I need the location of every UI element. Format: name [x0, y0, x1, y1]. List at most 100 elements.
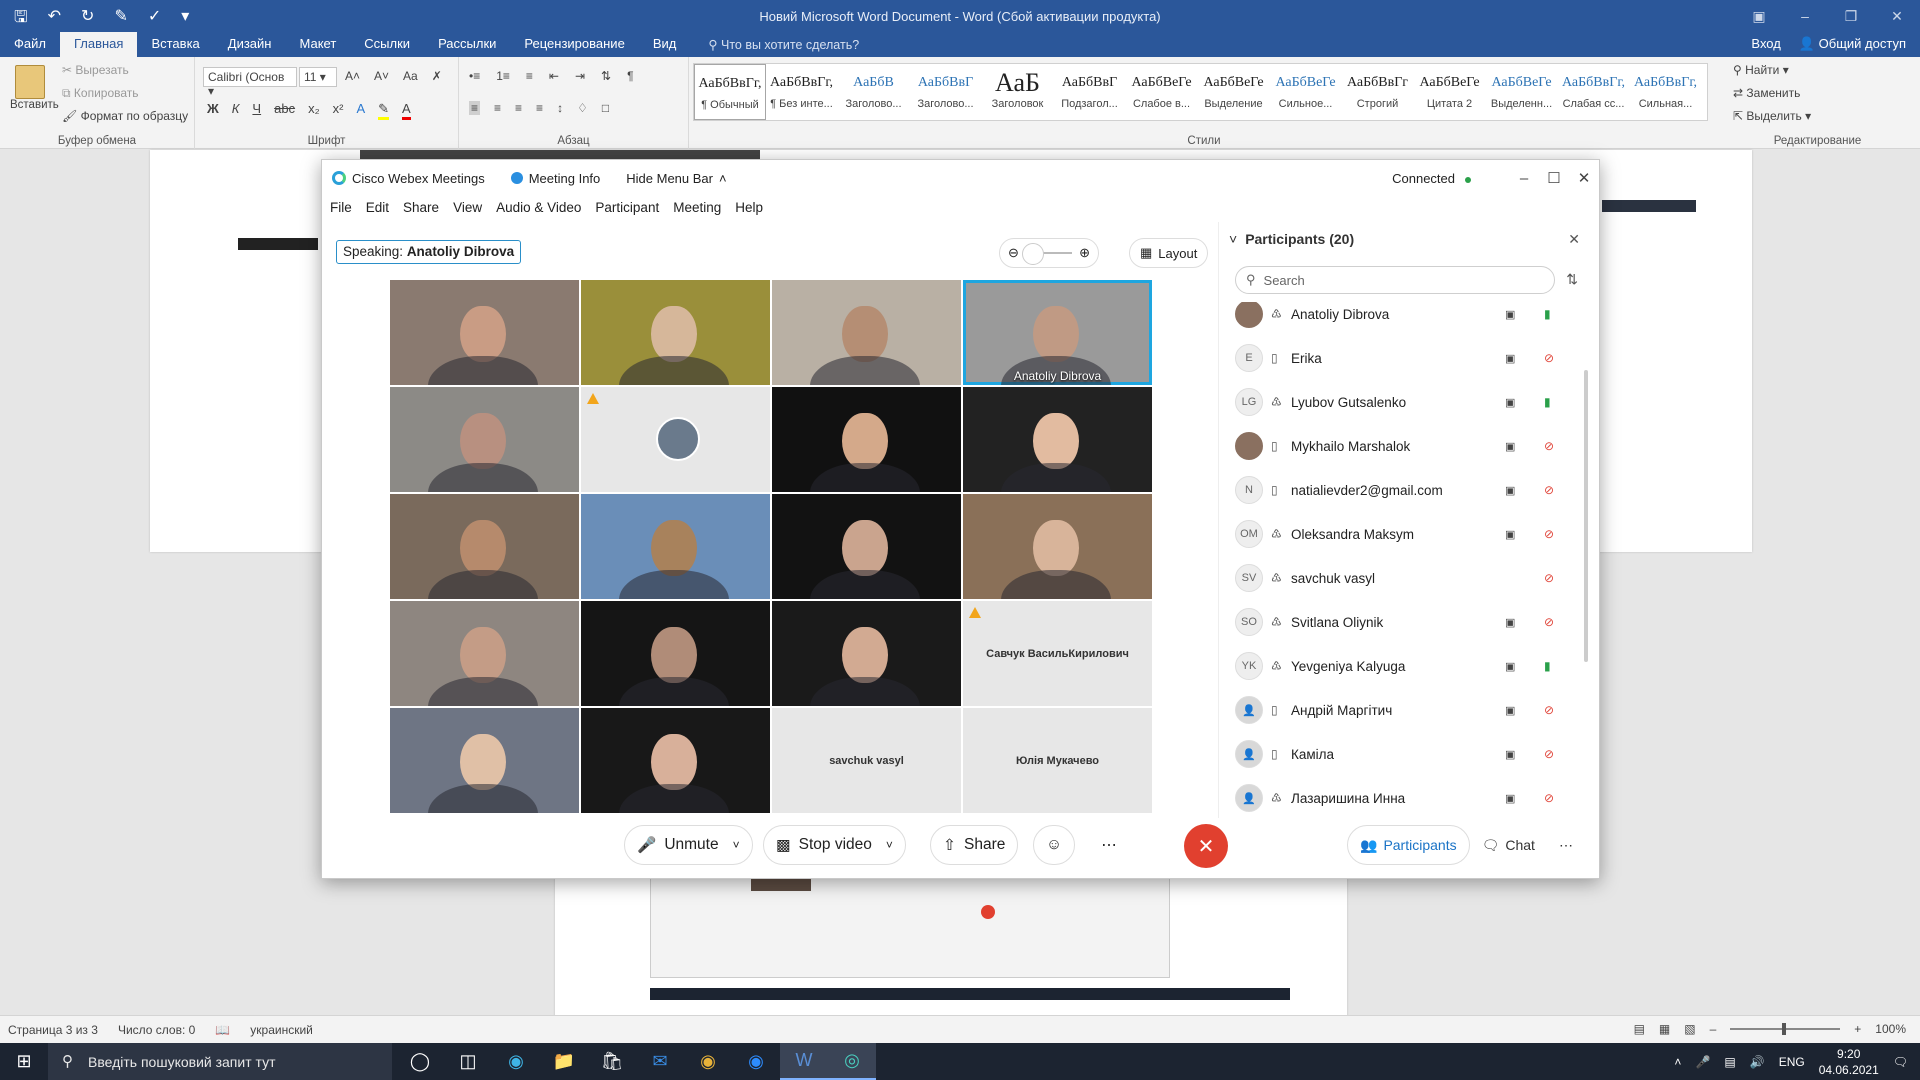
restore-button[interactable]: ❐ — [1828, 0, 1874, 32]
zoom-in-icon[interactable]: ⊕ — [1079, 245, 1090, 261]
close-panel-icon[interactable]: ✕ — [1568, 231, 1580, 248]
borders-icon[interactable]: □ — [602, 101, 609, 115]
participant-row[interactable]: N ▯ natialievder2@gmail.com ▣ ⊘ — [1219, 468, 1584, 512]
stop-video-button[interactable]: ▩ Stop video ˅ — [763, 825, 906, 865]
menu-edit[interactable]: Edit — [366, 200, 389, 215]
video-tile[interactable] — [581, 601, 770, 706]
participant-row[interactable]: SO ♳ Svitlana Oliynik ▣ ⊘ — [1219, 600, 1584, 644]
zoom-slider[interactable] — [1730, 1023, 1841, 1035]
zoom-in-icon[interactable]: + — [1854, 1022, 1861, 1036]
video-tile[interactable]: savchuk vasyl — [772, 708, 961, 813]
replace-button[interactable]: ⇄ Заменить — [1733, 86, 1800, 100]
video-tile[interactable] — [963, 387, 1152, 492]
webex-app-icon[interactable]: ◎ — [828, 1043, 876, 1080]
participant-row[interactable]: YK ♳ Yevgeniya Kalyuga ▣ ▮ — [1219, 644, 1584, 688]
zoom-out-icon[interactable]: – — [1710, 1022, 1717, 1036]
video-tile[interactable] — [390, 708, 579, 813]
clear-formatting-icon[interactable]: ✗ — [432, 69, 442, 83]
video-tile[interactable] — [772, 601, 961, 706]
participant-row[interactable]: ♳ Anatoliy Dibrova ▣ ▮ — [1219, 302, 1584, 336]
video-tile[interactable] — [772, 387, 961, 492]
hide-menu-button[interactable]: Hide Menu Bar ˄ — [626, 171, 726, 186]
word-app-icon[interactable]: W — [780, 1043, 828, 1080]
mic-muted-icon[interactable]: ⊘ — [1544, 483, 1554, 497]
menu-help[interactable]: Help — [735, 200, 763, 215]
mic-on-icon[interactable]: ▮ — [1544, 659, 1551, 673]
mic-muted-icon[interactable]: ⊘ — [1544, 703, 1554, 717]
ribbon-display-icon[interactable]: ▣ — [1736, 0, 1782, 32]
participant-row[interactable]: SV ♳ savchuk vasyl ⊘ — [1219, 556, 1584, 600]
end-meeting-button[interactable]: ✕ — [1184, 824, 1228, 868]
justify-icon[interactable]: ≡ — [536, 101, 543, 115]
video-tile[interactable] — [581, 494, 770, 599]
page-count[interactable]: Страница 3 из 3 — [8, 1023, 98, 1037]
notifications-icon[interactable]: 🗨 — [1893, 1055, 1908, 1069]
mic-on-icon[interactable]: ▮ — [1544, 307, 1551, 321]
pilcrow-icon[interactable]: ¶ — [627, 69, 633, 83]
tab-insert[interactable]: Вставка — [137, 32, 213, 57]
participant-row[interactable]: ▯ Mykhailo Marshalok ▣ ⊘ — [1219, 424, 1584, 468]
taskbar-search[interactable]: ⚲ Введіть пошуковий запит тут — [48, 1043, 392, 1080]
cortana-icon[interactable]: ◯ — [396, 1043, 444, 1080]
read-mode-icon[interactable]: ▤ — [1634, 1022, 1645, 1036]
mic-muted-icon[interactable]: ⊘ — [1544, 791, 1554, 805]
align-center-icon[interactable]: ≡ — [494, 101, 501, 115]
align-left-icon[interactable]: ≡ — [469, 101, 481, 115]
video-tile[interactable] — [581, 708, 770, 813]
word-count[interactable]: Число слов: 0 — [118, 1023, 195, 1037]
video-tile[interactable] — [581, 280, 770, 385]
microphone-icon[interactable]: 🎤 — [1695, 1055, 1710, 1069]
video-tile[interactable] — [772, 494, 961, 599]
minimize-button[interactable]: – — [1782, 0, 1828, 32]
participant-row[interactable]: 👤 ▯ Каміла ▣ ⊘ — [1219, 732, 1584, 776]
show-hidden-icon[interactable]: ˄ — [1674, 1055, 1681, 1069]
webex-maximize-button[interactable]: ☐ — [1539, 160, 1569, 196]
mic-muted-icon[interactable]: ⊘ — [1544, 747, 1554, 761]
video-tile[interactable]: Юлія Мукачево — [963, 708, 1152, 813]
participant-row[interactable]: 👤 ▯ Андрій Маргітич ▣ ⊘ — [1219, 688, 1584, 732]
language-indicator[interactable]: украинский — [250, 1023, 313, 1037]
web-layout-icon[interactable]: ▧ — [1684, 1022, 1695, 1036]
video-tile[interactable] — [390, 494, 579, 599]
tab-design[interactable]: Дизайн — [214, 32, 286, 57]
audio-options-chevron-icon[interactable]: ˅ — [733, 838, 740, 852]
tab-view[interactable]: Вид — [639, 32, 691, 57]
cut-button[interactable]: ✂ Вырезать — [62, 63, 129, 77]
mic-muted-icon[interactable]: ⊘ — [1544, 571, 1554, 585]
copy-button[interactable]: ⧉ Копировать — [62, 86, 139, 101]
store-icon[interactable]: 🛍 — [588, 1043, 636, 1080]
participants-tab[interactable]: 👥 Participants — [1347, 825, 1470, 865]
share-button[interactable]: 👤 Общий доступ — [1799, 32, 1906, 56]
video-tile[interactable] — [581, 387, 770, 492]
mic-muted-icon[interactable]: ⊘ — [1544, 439, 1554, 453]
multilevel-icon[interactable]: ≡ — [526, 69, 533, 83]
bullets-icon[interactable]: •≡ — [469, 69, 480, 83]
font-size-select[interactable]: 11 ▾ — [299, 67, 337, 87]
tab-mailings[interactable]: Рассылки — [424, 32, 510, 57]
video-tile[interactable]: Anatoliy Dibrova — [963, 280, 1152, 385]
mic-on-icon[interactable]: ▮ — [1544, 395, 1551, 409]
more-options-button[interactable]: ⋯ — [1088, 825, 1130, 865]
strikethrough-icon[interactable]: abc — [274, 101, 295, 120]
document-page-thumbnail[interactable] — [555, 870, 1347, 1018]
superscript-icon[interactable]: x² — [333, 101, 344, 120]
more-panels-button[interactable]: ⋯ — [1547, 825, 1585, 865]
webex-close-button[interactable]: ✕ — [1569, 160, 1599, 196]
layout-button[interactable]: ▦ Layout — [1129, 238, 1209, 268]
increase-indent-icon[interactable]: ⇥ — [575, 69, 585, 83]
proofing-icon[interactable]: 📖 — [215, 1023, 230, 1037]
subscript-icon[interactable]: x₂ — [308, 101, 320, 120]
menu-participant[interactable]: Participant — [595, 200, 659, 215]
video-tile[interactable] — [390, 280, 579, 385]
volume-icon[interactable]: 🔊 — [1750, 1055, 1765, 1069]
close-button[interactable]: ✕ — [1874, 0, 1920, 32]
webex-minimize-button[interactable]: – — [1509, 160, 1539, 196]
format-painter-button[interactable]: 🖌 Формат по образцу — [62, 109, 188, 123]
font-color-icon[interactable]: A — [402, 101, 411, 120]
numbering-icon[interactable]: 1≡ — [496, 69, 510, 83]
chrome-icon[interactable]: ◉ — [684, 1043, 732, 1080]
sort-icon[interactable]: ⇅ — [601, 69, 611, 83]
line-spacing-icon[interactable]: ↕ — [557, 101, 563, 115]
tab-references[interactable]: Ссылки — [350, 32, 424, 57]
shrink-font-icon[interactable]: A˅ — [374, 69, 389, 83]
